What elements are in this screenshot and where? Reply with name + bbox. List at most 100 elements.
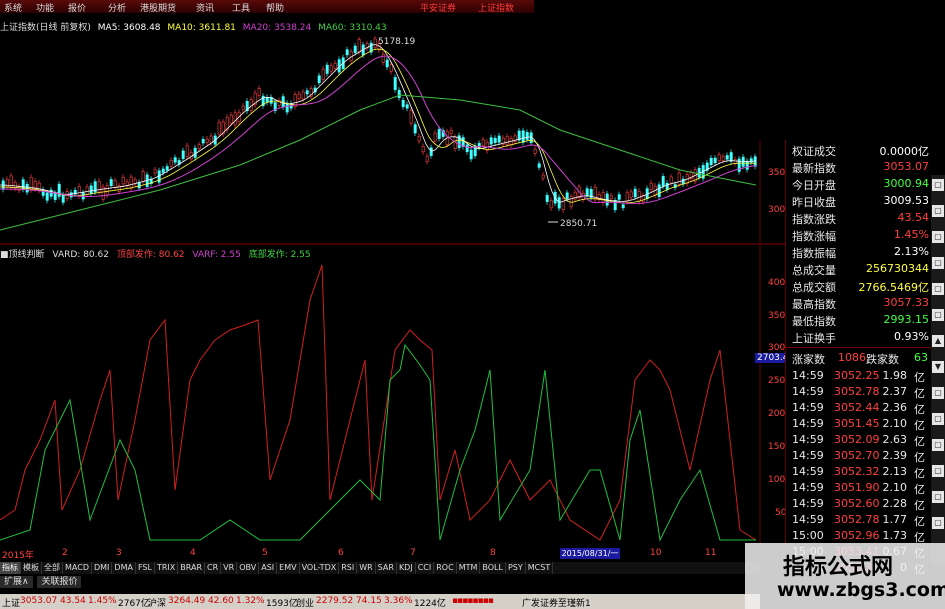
side-button[interactable]: ▢ [932, 517, 944, 529]
sub-tabs: 扩展∧ 关联报价 [0, 576, 83, 588]
tick-unit: 亿 [914, 435, 925, 448]
indicator-tab[interactable]: 全部 [42, 562, 63, 574]
side-button[interactable]: ▢ [932, 309, 944, 321]
date-label: 3 [116, 548, 122, 558]
indicator-tab[interactable]: ROC [434, 562, 457, 574]
candle [329, 65, 333, 72]
candle [749, 158, 753, 163]
breadth-down-label: 跌家数 [866, 353, 899, 366]
indicator-tab[interactable]: EMV [277, 562, 300, 574]
indicator-tab[interactable]: DMI [92, 562, 113, 574]
cy-amount: 1224亿 [414, 599, 446, 609]
side-button[interactable]: ▢ [932, 231, 944, 243]
quote-row: 上证换手 0.93% [786, 329, 931, 345]
tick-row: 14:59 3052.78 1.77 亿 [786, 512, 931, 528]
indicator-tab[interactable]: 指标 [0, 562, 21, 574]
candle [677, 172, 681, 185]
candle [425, 155, 429, 162]
tick-time: 14:59 [792, 497, 824, 510]
market-chart[interactable]: 5178.19 2850.71 [0, 0, 785, 545]
candle [401, 100, 405, 108]
indicator-tab[interactable]: ASI [259, 562, 278, 574]
related-quote-button[interactable]: 关联报价 [37, 576, 82, 588]
indicator-tab[interactable]: VR [221, 562, 238, 574]
indicator-tab[interactable]: CR [205, 562, 222, 574]
date-label: 2 [62, 548, 68, 558]
expand-button[interactable]: 扩展∧ [0, 576, 33, 588]
scroll-up-button[interactable]: ▲ [932, 335, 944, 347]
indicator-tab[interactable]: KDJ [397, 562, 416, 574]
indicator-tab[interactable]: BOLL [480, 562, 506, 574]
side-button[interactable]: ▢ [932, 491, 944, 503]
candle [137, 182, 141, 189]
candle [669, 176, 673, 184]
indicator-tab[interactable]: OBV [237, 562, 260, 574]
candle [465, 144, 469, 152]
date-axis: 2015年 2 3 4 5 6 7 8 10 11 [0, 548, 760, 561]
indicator-tab[interactable]: WR [357, 562, 376, 574]
side-button[interactable]: ▢ [932, 205, 944, 217]
quote-row: 昨日收盘 3009.53 [786, 193, 931, 209]
indicator-tab[interactable]: DMA [112, 562, 136, 574]
watermark-title: 指标公式网 [783, 555, 894, 580]
candle [129, 176, 133, 190]
candle [661, 176, 665, 187]
side-button[interactable]: ▢ [932, 413, 944, 425]
scroll-down-button[interactable]: ▼ [932, 361, 944, 373]
candle [85, 186, 89, 195]
indicator-tab[interactable]: MCST [526, 562, 554, 574]
candle [385, 59, 389, 68]
tick-row: 14:59 3052.60 2.28 亿 [786, 496, 931, 512]
ma60-line [0, 94, 757, 231]
candle [333, 62, 337, 69]
candle [97, 181, 101, 193]
side-button[interactable]: ▢ [932, 387, 944, 399]
candle [357, 39, 361, 53]
quote-label: 最低指数 [792, 315, 836, 328]
tick-volume: 2.39 [882, 449, 908, 462]
tick-price: 3052.09 [834, 433, 880, 446]
indicator-tab[interactable]: SAR [376, 562, 397, 574]
side-button[interactable]: ▢ [932, 465, 944, 477]
indicator-tab[interactable]: 模板 [21, 562, 42, 574]
candle [521, 130, 525, 143]
indicator-tab[interactable]: RSI [339, 562, 358, 574]
candle [493, 137, 497, 143]
tick-row: 14:59 3052.70 2.39 亿 [786, 448, 931, 464]
candle [481, 139, 485, 146]
ma5-line [0, 44, 757, 203]
candle [729, 152, 733, 162]
side-button[interactable]: ▢ [932, 283, 944, 295]
indicator-tab[interactable]: FSL [136, 562, 155, 574]
breadth-up-count: 1086 [838, 351, 866, 364]
breadth-up-label: 涨家数 [792, 353, 825, 366]
candle [637, 191, 641, 202]
candle [69, 192, 73, 198]
tick-row: 14:59 3052.32 2.13 亿 [786, 464, 931, 480]
tick-row: 14:59 3051.90 2.10 亿 [786, 480, 931, 496]
side-button[interactable]: ▢ [932, 179, 944, 191]
quote-label: 权证成交 [792, 145, 836, 158]
tick-price: 3052.25 [834, 369, 880, 382]
tick-volume: 2.36 [882, 401, 908, 414]
tick-time: 14:59 [792, 417, 824, 430]
side-button[interactable]: ▢ [932, 257, 944, 269]
side-button[interactable]: ▢ [932, 439, 944, 451]
hs-amount: 1593亿 [266, 599, 298, 609]
candle [557, 197, 561, 209]
indicator-tab[interactable]: BRAR [178, 562, 206, 574]
indicator-tab[interactable]: VOL-TDX [300, 562, 340, 574]
indicator-tab[interactable]: MTM [457, 562, 481, 574]
candle [209, 135, 213, 144]
indicator-tab[interactable]: TRIX [155, 562, 179, 574]
candle [81, 192, 85, 200]
candle [629, 191, 633, 198]
tick-unit: 亿 [914, 387, 925, 400]
candle [49, 189, 53, 197]
candle [89, 185, 93, 194]
tick-time: 14:59 [792, 401, 824, 414]
indicator-tab[interactable]: PSY [506, 562, 526, 574]
indicator-tab[interactable]: CCI [416, 562, 435, 574]
candlestick-series [1, 35, 757, 213]
indicator-tab[interactable]: MACD [63, 562, 92, 574]
